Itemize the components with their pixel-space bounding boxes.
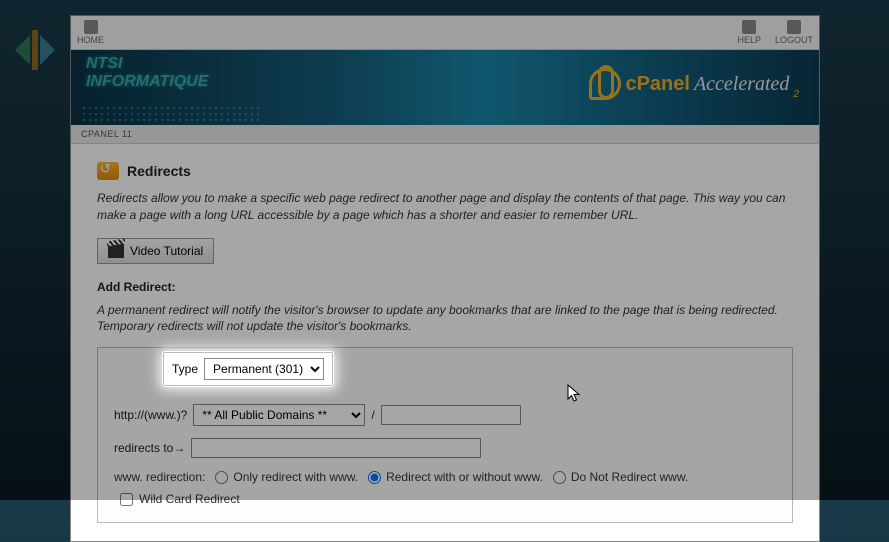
cpanel-window: HOME HELP LOGOUT NTSI INFORMATIQUE cPane…: [70, 15, 820, 542]
nav-help[interactable]: HELP: [737, 20, 761, 45]
nav-help-label: HELP: [737, 35, 761, 45]
dest-row: redirects to→: [114, 438, 776, 458]
wildcard-checkbox[interactable]: [120, 493, 133, 506]
www-radio-only[interactable]: [215, 471, 228, 484]
redirects-icon: [97, 162, 119, 180]
breadcrumb: CPANEL 11: [71, 125, 819, 144]
domain-row: http://(www.)? ** All Public Domains ** …: [114, 404, 776, 426]
page-intro: Redirects allow you to make a specific w…: [97, 190, 793, 224]
nav-home[interactable]: HOME: [77, 20, 104, 45]
www-radio-none[interactable]: [553, 471, 566, 484]
content-area: Redirects Redirects allow you to make a …: [71, 144, 819, 541]
add-redirect-intro: A permanent redirect will notify the vis…: [97, 302, 793, 336]
banner: NTSI INFORMATIQUE cPanel Accelerated 2: [71, 50, 819, 125]
top-nav: HOME HELP LOGOUT: [71, 16, 819, 50]
video-button-label: Video Tutorial: [130, 244, 203, 258]
path-input[interactable]: [381, 405, 521, 425]
wildcard-label: Wild Card Redirect: [139, 492, 240, 506]
redirect-type-select[interactable]: Permanent (301): [204, 358, 324, 380]
home-icon: [84, 20, 98, 34]
cpanel-logo-icon: [589, 68, 621, 100]
www-option-only[interactable]: Only redirect with www.: [215, 470, 358, 484]
banner-decoration: [81, 105, 261, 123]
www-label: www. redirection:: [114, 470, 205, 484]
www-option-both[interactable]: Redirect with or without www.: [368, 470, 543, 484]
background-logo: [5, 20, 65, 80]
www-option-none[interactable]: Do Not Redirect www.: [553, 470, 688, 484]
domain-select[interactable]: ** All Public Domains **: [193, 404, 365, 426]
logout-icon: [787, 20, 801, 34]
video-tutorial-button[interactable]: Video Tutorial: [97, 238, 214, 264]
www-radio-both[interactable]: [368, 471, 381, 484]
dest-label: redirects to→: [114, 441, 185, 455]
nav-logout[interactable]: LOGOUT: [775, 20, 813, 45]
wildcard-row: Wild Card Redirect: [114, 492, 776, 506]
path-separator: /: [371, 408, 374, 422]
banner-title: NTSI INFORMATIQUE: [86, 55, 208, 90]
help-icon: [742, 20, 756, 34]
domain-label: http://(www.)?: [114, 408, 187, 422]
destination-input[interactable]: [191, 438, 481, 458]
clapperboard-icon: [108, 244, 124, 258]
page-title: Redirects: [127, 163, 191, 179]
cpanel-brand: cPanel Accelerated 2: [589, 68, 799, 100]
www-redirection-row: www. redirection: Only redirect with www…: [114, 470, 776, 484]
type-label: Type: [172, 362, 198, 376]
nav-home-label: HOME: [77, 35, 104, 45]
type-row-highlight: Type Permanent (301): [163, 352, 333, 386]
add-redirect-heading: Add Redirect:: [97, 280, 793, 294]
nav-logout-label: LOGOUT: [775, 35, 813, 45]
